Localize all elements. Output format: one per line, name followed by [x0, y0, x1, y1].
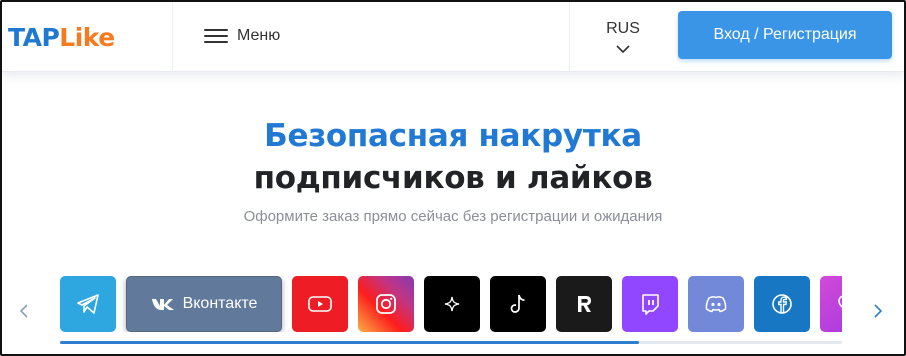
menu-label: Меню: [237, 27, 281, 44]
carousel-next-button[interactable]: [868, 298, 888, 324]
platform-carousel[interactable]: Вконтакте: [60, 276, 842, 332]
chevron-right-icon: [874, 304, 882, 318]
platform-tile-youtube[interactable]: [292, 276, 348, 332]
likee-icon: [838, 295, 842, 309]
platform-tile-facebook[interactable]: [754, 276, 810, 332]
carousel-scrollbar[interactable]: [60, 341, 842, 344]
site-header: TAP Like Меню RUS Вход / Регистрация: [2, 2, 904, 72]
login-register-button[interactable]: Вход / Регистрация: [678, 11, 892, 59]
platform-tile-discord[interactable]: [688, 276, 744, 332]
platform-tile-instagram[interactable]: [358, 276, 414, 332]
tiktok-icon: [510, 294, 525, 313]
chevron-down-icon: [616, 45, 630, 54]
telegram-icon: [77, 294, 99, 314]
chevron-left-icon: [20, 304, 28, 318]
instagram-icon: [376, 294, 396, 314]
carousel-prev-button[interactable]: [14, 298, 34, 324]
platform-tile-tiktok[interactable]: [490, 276, 546, 332]
discord-icon: [705, 296, 727, 313]
hero-title-line1: Безопасная накрутка: [264, 118, 642, 154]
sparkle-icon: [444, 296, 460, 312]
vk-label: Вконтакте: [182, 295, 258, 312]
twitch-icon: [642, 294, 659, 315]
carousel-scrollbar-thumb[interactable]: [60, 341, 639, 344]
logo[interactable]: TAP Like: [8, 20, 170, 54]
platform-tile-rutube[interactable]: [556, 276, 612, 332]
platform-tile-vk[interactable]: Вконтакте: [126, 276, 282, 332]
menu-button[interactable]: Меню: [204, 24, 280, 48]
language-label: RUS: [606, 20, 640, 37]
hero-title-line2: подписчиков и лайков: [253, 160, 653, 196]
youtube-icon: [308, 296, 332, 312]
hero-subtitle: Оформите заказ прямо сейчас без регистра…: [243, 208, 663, 225]
platform-tile-sparkle[interactable]: [424, 276, 480, 332]
facebook-icon: [772, 294, 792, 314]
platform-tile-twitch[interactable]: [622, 276, 678, 332]
vk-icon: [151, 299, 174, 310]
rutube-icon: [578, 296, 591, 312]
platform-tile-likee[interactable]: [820, 276, 842, 332]
hamburger-icon: [204, 28, 228, 44]
platform-tile-telegram[interactable]: [60, 276, 116, 332]
logo-like: Like: [59, 22, 115, 52]
header-divider: [172, 2, 173, 72]
language-selector[interactable]: RUS: [592, 20, 654, 54]
logo-tap: TAP: [8, 22, 60, 52]
page-frame: TAP Like Меню RUS Вход / Регистрация Безо…: [0, 0, 906, 356]
header-divider: [569, 2, 570, 72]
